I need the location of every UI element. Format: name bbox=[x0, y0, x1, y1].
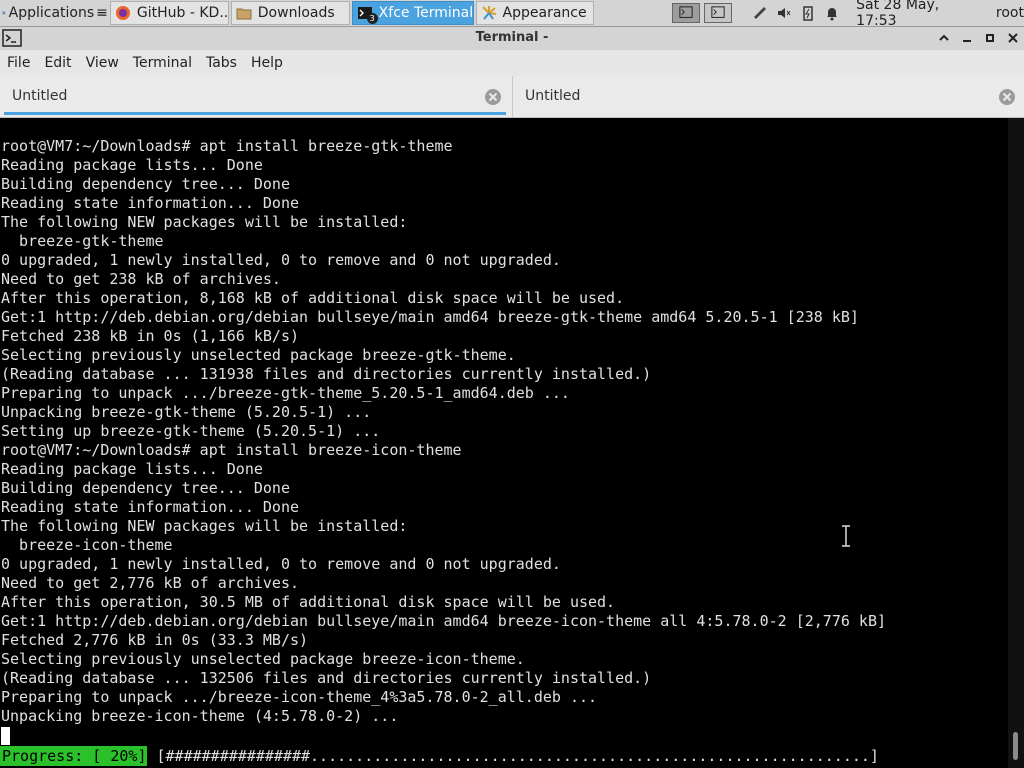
terminal-line: After this operation, 8,168 kB of additi… bbox=[1, 289, 625, 307]
terminal-line: Get:1 http://deb.debian.org/debian bulls… bbox=[1, 308, 859, 326]
terminal-line: Unpacking breeze-icon-theme (4:5.78.0-2)… bbox=[1, 707, 399, 725]
terminal-line: Reading package lists... Done bbox=[1, 460, 263, 478]
tab-label: Untitled bbox=[12, 88, 68, 104]
maximize-button[interactable] bbox=[982, 30, 998, 46]
workspace-2-button[interactable] bbox=[704, 3, 733, 23]
terminal-line: After this operation, 30.5 MB of additio… bbox=[1, 593, 616, 611]
menu-file[interactable]: File bbox=[0, 55, 37, 71]
terminal-icon: 3 bbox=[357, 5, 378, 24]
close-tab-icon[interactable] bbox=[998, 88, 1016, 106]
terminal-line: breeze-icon-theme bbox=[1, 536, 173, 554]
terminal-line: Fetched 2,776 kB in 0s (33.3 MB/s) bbox=[1, 631, 309, 649]
applications-menu-button[interactable]: Applications ≡ bbox=[0, 1, 108, 25]
menu-edit[interactable]: Edit bbox=[37, 55, 78, 71]
terminal-icon bbox=[679, 6, 693, 18]
task-label: GitHub - KD... bbox=[136, 5, 229, 21]
terminal-area[interactable]: root@VM7:~/Downloads# apt install breeze… bbox=[0, 118, 1008, 768]
text-cursor-icon bbox=[842, 525, 850, 547]
terminal-line: Building dependency tree... Done bbox=[1, 175, 290, 193]
chevron-up-icon bbox=[939, 34, 949, 41]
network-icon[interactable] bbox=[748, 1, 772, 25]
tab-label: Untitled bbox=[525, 88, 581, 104]
terminal-line: (Reading database ... 131938 files and d… bbox=[1, 365, 652, 383]
terminal-line: Need to get 238 kB of archives. bbox=[1, 270, 281, 288]
close-button[interactable] bbox=[1005, 30, 1021, 46]
applications-label: Applications bbox=[8, 5, 95, 21]
terminal-scrollbar[interactable] bbox=[1008, 118, 1024, 768]
menu-bar: File Edit View Terminal Tabs Help bbox=[0, 50, 1024, 76]
task-xfce-terminal[interactable]: 3 Xfce Terminal bbox=[351, 1, 474, 25]
terminal-line: breeze-gtk-theme bbox=[1, 232, 164, 250]
window-count-badge: 3 bbox=[366, 13, 378, 24]
terminal-line: 0 upgraded, 1 newly installed, 0 to remo… bbox=[1, 251, 561, 269]
terminal-line: Need to get 2,776 kB of archives. bbox=[1, 574, 300, 592]
maximize-icon bbox=[986, 34, 994, 42]
menu-terminal[interactable]: Terminal bbox=[126, 55, 199, 71]
terminal-line: Get:1 http://deb.debian.org/debian bulls… bbox=[1, 612, 887, 630]
tab-untitled-1[interactable]: Untitled bbox=[0, 76, 510, 117]
terminal-output: root@VM7:~/Downloads# apt install breeze… bbox=[1, 137, 886, 726]
folder-icon bbox=[236, 8, 252, 20]
menu-view[interactable]: View bbox=[79, 55, 126, 71]
close-icon bbox=[1008, 33, 1018, 43]
task-github-firefox[interactable]: GitHub - KD... bbox=[109, 1, 229, 25]
window-title: Terminal - bbox=[475, 30, 549, 45]
terminal-line: Fetched 238 kB in 0s (1,166 kB/s) bbox=[1, 327, 300, 345]
terminal-line: Preparing to unpack .../breeze-gtk-theme… bbox=[1, 384, 570, 402]
shade-button[interactable] bbox=[936, 30, 952, 46]
terminal-line: The following NEW packages will be insta… bbox=[1, 213, 408, 231]
progress-label: Progress: [ 20%] bbox=[0, 746, 147, 766]
minimize-icon bbox=[963, 40, 971, 42]
menu-handle-icon: ≡ bbox=[96, 5, 108, 21]
xfce-logo-icon bbox=[2, 11, 6, 15]
notification-bell-icon[interactable] bbox=[820, 1, 844, 25]
user-menu[interactable]: root bbox=[996, 5, 1024, 21]
workspace-1-button[interactable] bbox=[672, 3, 701, 23]
progress-bar: [################.......................… bbox=[156, 747, 879, 765]
scrollbar-thumb[interactable] bbox=[1013, 732, 1018, 760]
task-label: Downloads bbox=[257, 5, 335, 21]
task-label: Xfce Terminal bbox=[378, 5, 474, 21]
clock[interactable]: Sat 28 May, 17:53 bbox=[856, 0, 984, 29]
terminal-line: Reading state information... Done bbox=[1, 194, 300, 212]
terminal-line: The following NEW packages will be insta… bbox=[1, 517, 408, 535]
terminal-line: Setting up breeze-gtk-theme (5.20.5-1) .… bbox=[1, 422, 381, 440]
terminal-line: (Reading database ... 132506 files and d… bbox=[1, 669, 652, 687]
appearance-icon bbox=[481, 6, 496, 20]
terminal-line: Selecting previously unselected package … bbox=[1, 346, 516, 364]
apt-progress-line: Progress: [ 20%] [################......… bbox=[0, 746, 879, 766]
terminal-line: Preparing to unpack .../breeze-icon-them… bbox=[1, 688, 598, 706]
minimize-button[interactable] bbox=[959, 30, 975, 46]
tab-bar: Untitled Untitled bbox=[0, 76, 1024, 118]
terminal-line: root@VM7:~/Downloads# apt install breeze… bbox=[1, 441, 462, 459]
top-panel: Applications ≡ GitHub - KD... Downloads … bbox=[0, 0, 1024, 29]
terminal-line: 0 upgraded, 1 newly installed, 0 to remo… bbox=[1, 555, 561, 573]
task-appearance[interactable]: Appearance bbox=[475, 1, 595, 25]
terminal-line: root@VM7:~/Downloads# apt install breeze… bbox=[1, 137, 453, 155]
task-downloads[interactable]: Downloads bbox=[230, 1, 350, 25]
tab-untitled-2[interactable]: Untitled bbox=[512, 76, 1024, 117]
terminal-cursor bbox=[1, 727, 10, 745]
window-titlebar[interactable]: Terminal - bbox=[0, 27, 1024, 50]
active-tab-indicator bbox=[4, 112, 506, 115]
terminal-line: Selecting previously unselected package … bbox=[1, 650, 525, 668]
terminal-line: Reading state information... Done bbox=[1, 498, 300, 516]
firefox-icon bbox=[115, 6, 130, 20]
terminal-line: Unpacking breeze-gtk-theme (5.20.5-1) ..… bbox=[1, 403, 372, 421]
menu-tabs[interactable]: Tabs bbox=[199, 55, 244, 71]
terminal-line: Reading package lists... Done bbox=[1, 156, 263, 174]
terminal-icon bbox=[711, 6, 725, 18]
terminal-line: Building dependency tree... Done bbox=[1, 479, 290, 497]
menu-help[interactable]: Help bbox=[244, 55, 290, 71]
volume-icon[interactable] bbox=[772, 1, 796, 25]
battery-icon[interactable] bbox=[796, 1, 820, 25]
task-label: Appearance bbox=[502, 5, 587, 21]
close-tab-icon[interactable] bbox=[484, 88, 502, 106]
